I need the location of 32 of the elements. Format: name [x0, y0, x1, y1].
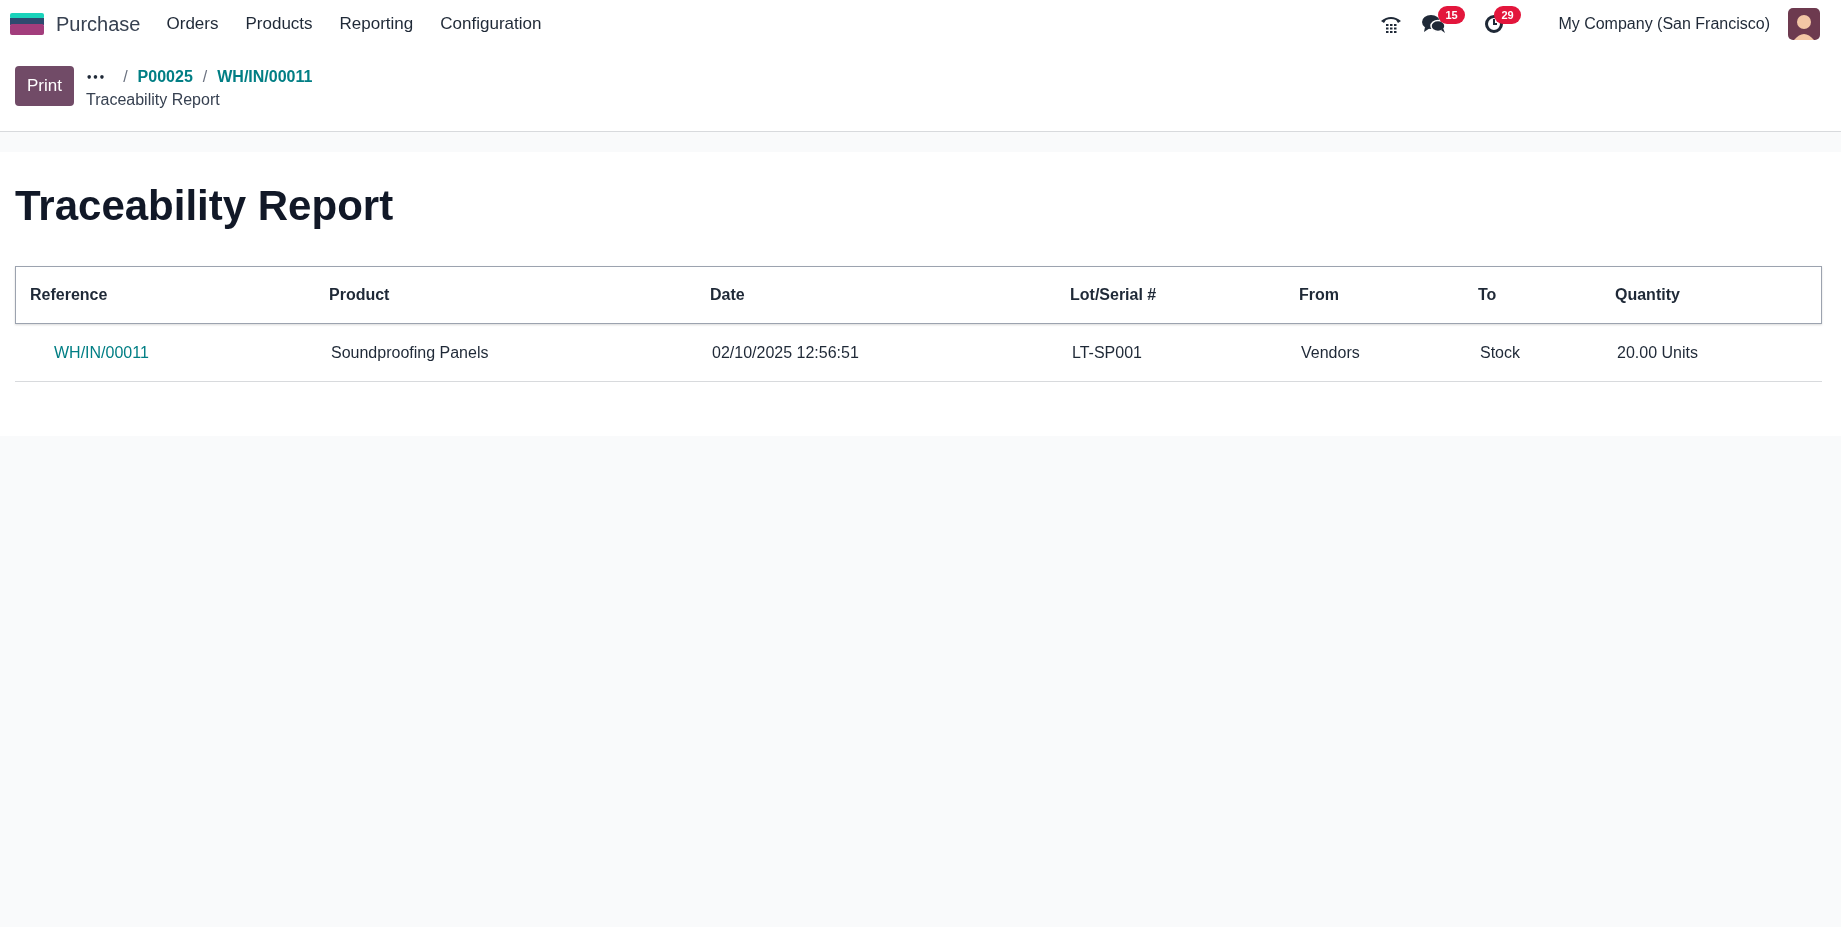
- company-switcher[interactable]: My Company (San Francisco): [1558, 11, 1770, 36]
- column-header: Date: [709, 285, 745, 305]
- table-cell-text: Vendors: [1300, 342, 1360, 363]
- table-cell-text: Soundproofing Panels: [330, 342, 489, 363]
- table-cell-text: 02/10/2025 12:56:51: [711, 342, 859, 363]
- reference-link[interactable]: WH/IN/00011: [15, 340, 149, 365]
- breadcrumb-separator: /: [202, 67, 208, 87]
- breadcrumb-more-button[interactable]: •••: [85, 69, 106, 85]
- report-title: Traceability Report: [15, 181, 394, 231]
- menu-item[interactable]: Products: [245, 10, 313, 37]
- column-header: Reference: [29, 285, 108, 305]
- table-cell-text: Stock: [1479, 342, 1520, 363]
- column-header: From: [1298, 285, 1339, 305]
- column-header: Lot/Serial #: [1069, 285, 1157, 305]
- print-button[interactable]: Print: [15, 66, 74, 106]
- menu-item[interactable]: Orders: [166, 10, 219, 37]
- menu-item[interactable]: Reporting: [339, 10, 414, 37]
- column-header: To: [1477, 285, 1497, 305]
- column-header: Quantity: [1614, 285, 1680, 305]
- table-cell-text: 20.00 Units: [1616, 342, 1698, 363]
- app-logo-icon[interactable]: [10, 12, 44, 35]
- breadcrumb-separator: /: [123, 67, 128, 87]
- breadcrumb-link[interactable]: P00025: [137, 65, 193, 89]
- avatar-icon[interactable]: [1788, 7, 1820, 40]
- breadcrumb-link[interactable]: WH/IN/00011: [217, 65, 313, 89]
- activity-count-badge: 29: [1494, 5, 1521, 24]
- table-cell-text: LT-SP001: [1071, 342, 1142, 363]
- menu-item[interactable]: Configuration: [440, 10, 542, 37]
- message-count-badge: 15: [1438, 5, 1465, 24]
- breadcrumb-current: Traceability Report: [85, 90, 221, 110]
- column-header: Product: [328, 285, 390, 305]
- app-name[interactable]: Purchase: [56, 8, 141, 39]
